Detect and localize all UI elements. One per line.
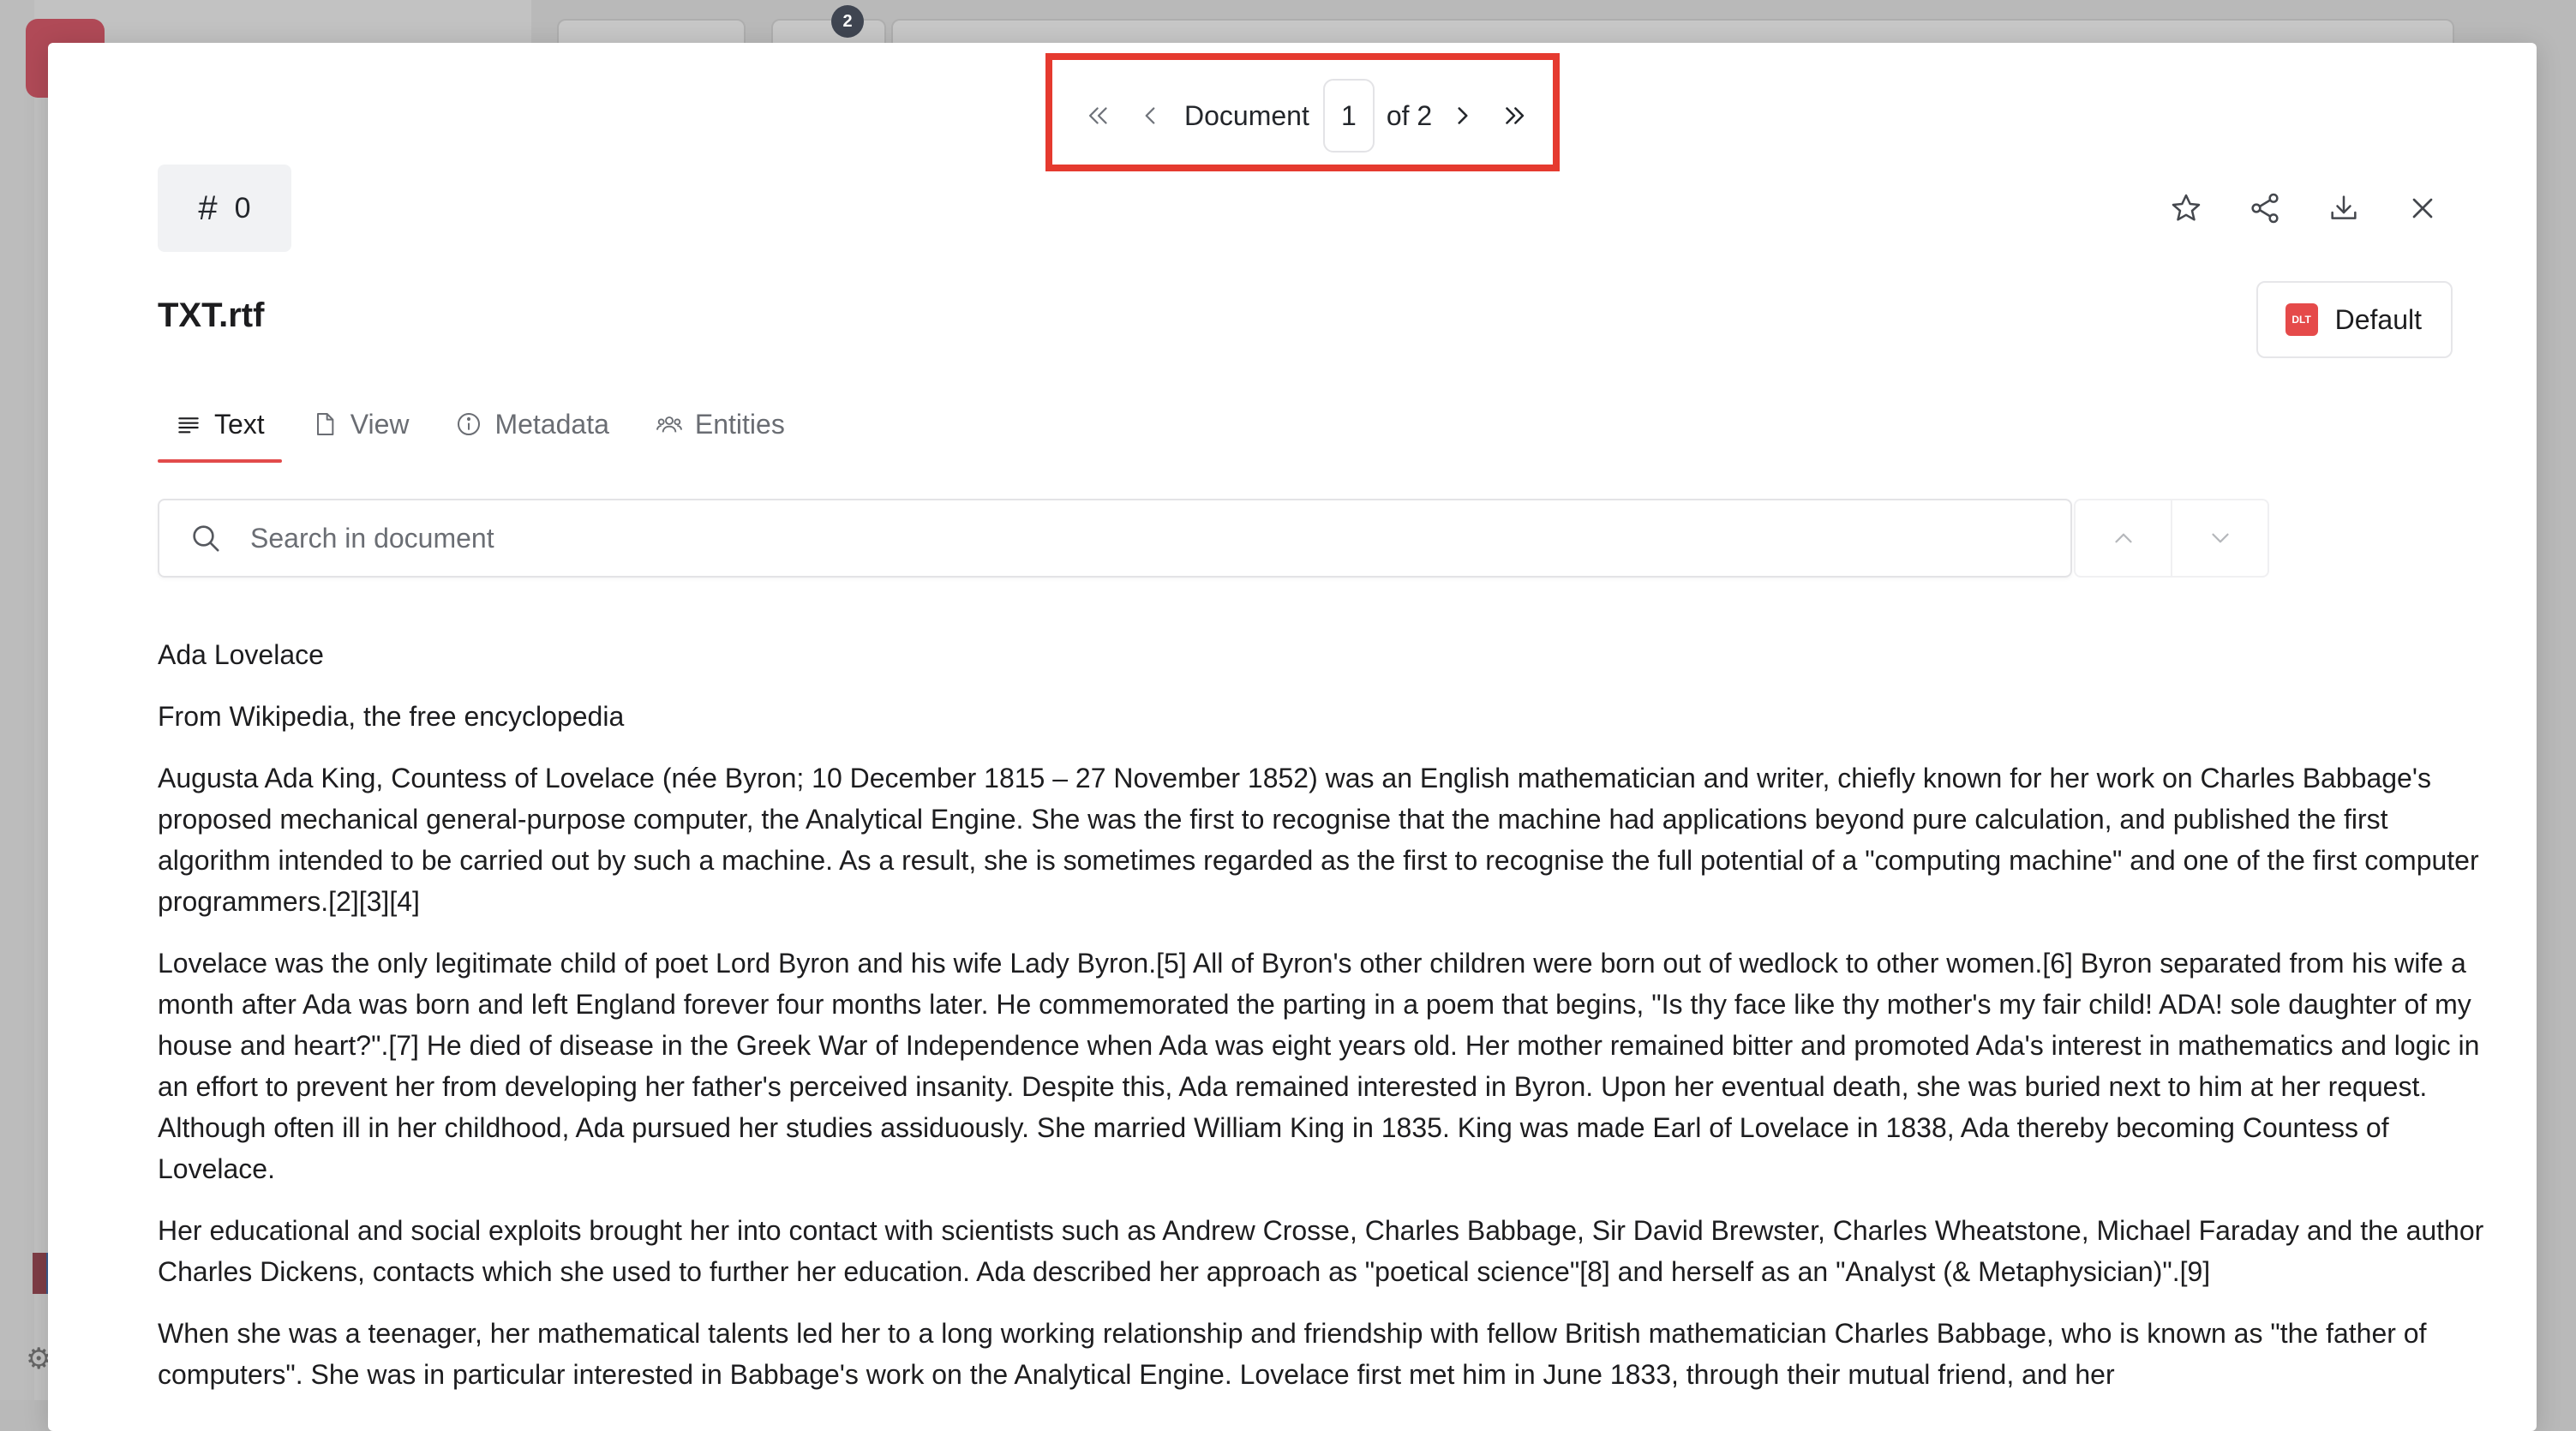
document-tabs: Text View Metadata Entities: [158, 394, 814, 463]
tab-view[interactable]: View: [294, 394, 427, 454]
chevron-down-icon: [2211, 533, 2229, 543]
paragraph: When she was a teenager, her mathematica…: [158, 1318, 2427, 1390]
share-icon[interactable]: [2247, 190, 2283, 226]
tab-text[interactable]: Text: [158, 394, 282, 463]
flag-icon: [33, 1253, 46, 1294]
first-page-icon[interactable]: [1073, 90, 1124, 141]
file-icon: [316, 413, 334, 435]
document-search: [158, 499, 2072, 578]
paragraph: Augusta Ada King, Countess of Lovelace (…: [158, 763, 2479, 917]
download-icon[interactable]: [2326, 190, 2362, 226]
header-actions: [2168, 190, 2441, 226]
users-icon: [656, 416, 682, 433]
star-icon[interactable]: [2168, 190, 2204, 226]
paragraph: From Wikipedia, the free encyclopedia: [158, 701, 625, 732]
document-text: Ada Lovelace From Wikipedia, the free en…: [158, 634, 2506, 1416]
paragraph: Ada Lovelace: [158, 639, 324, 670]
page-number-input[interactable]: 1: [1322, 79, 1375, 153]
page-total-label: of 2: [1386, 99, 1433, 131]
document-id-value: 0: [234, 191, 251, 225]
document-title: TXT.rtf: [158, 296, 265, 334]
dlt-badge-icon: DLT: [2285, 303, 2318, 336]
hash-icon: #: [198, 189, 218, 227]
next-match-button[interactable]: [2171, 500, 2267, 576]
document-id-chip: # 0: [158, 165, 291, 252]
search-input[interactable]: [249, 521, 2070, 555]
chevron-up-icon: [2114, 533, 2132, 543]
document-label: Document: [1184, 99, 1309, 131]
tab-metadata-label: Metadata: [494, 408, 609, 440]
last-page-icon[interactable]: [1489, 90, 1540, 141]
close-icon[interactable]: [2405, 190, 2441, 226]
previous-page-icon[interactable]: [1124, 90, 1176, 141]
document-pager: Document 1 of 2: [1073, 77, 1540, 154]
paragraph: Lovelace was the only legitimate child o…: [158, 948, 2480, 1184]
text-lines-icon: [178, 417, 199, 434]
previous-match-button[interactable]: [2076, 500, 2171, 576]
next-page-icon[interactable]: [1437, 90, 1489, 141]
default-button[interactable]: DLT Default: [2255, 281, 2453, 358]
document-modal: Document 1 of 2 # 0 TXT.rtf DLT Default: [48, 43, 2537, 1431]
tab-entities[interactable]: Entities: [638, 394, 802, 454]
search-nav-buttons: [2074, 499, 2269, 578]
tab-view-label: View: [350, 408, 410, 440]
paragraph: Her educational and social exploits brou…: [158, 1215, 2484, 1287]
tab-metadata[interactable]: Metadata: [438, 394, 626, 454]
tab-text-label: Text: [214, 408, 265, 440]
notification-badge: 2: [831, 5, 864, 38]
info-icon: [458, 413, 481, 435]
search-icon: [193, 525, 219, 552]
tab-entities-label: Entities: [694, 408, 785, 440]
default-button-label: Default: [2334, 303, 2422, 335]
